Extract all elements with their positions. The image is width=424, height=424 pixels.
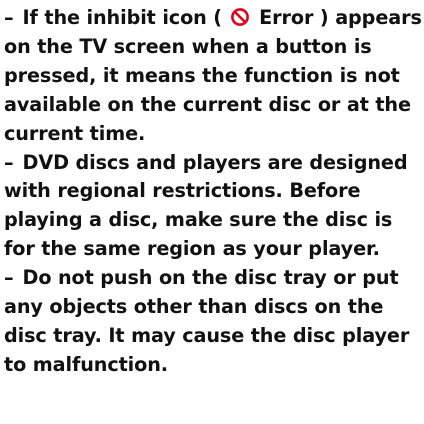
note-text-before-icon: If the inhibit icon ( [22, 6, 223, 29]
dash-bullet: – [4, 6, 14, 29]
inhibit-icon [230, 7, 250, 27]
dash-bullet: – [4, 150, 14, 174]
note-disc-tray: – Do not push on the disc tray or put any… [4, 264, 422, 380]
dash-bullet: – [4, 266, 14, 290]
note-regional-restrictions: – DVD discs and players are designed with… [4, 149, 422, 265]
notes-list: – If the inhibit icon ( Error ) appears o… [4, 4, 422, 380]
note-text: Do not push on the disc tray or put any … [4, 266, 410, 376]
inhibit-icon-label: Error ) [259, 6, 329, 29]
note-text: DVD discs and players are designed with … [4, 150, 408, 261]
note-inhibit-icon: – If the inhibit icon ( Error ) appears o… [4, 4, 422, 149]
